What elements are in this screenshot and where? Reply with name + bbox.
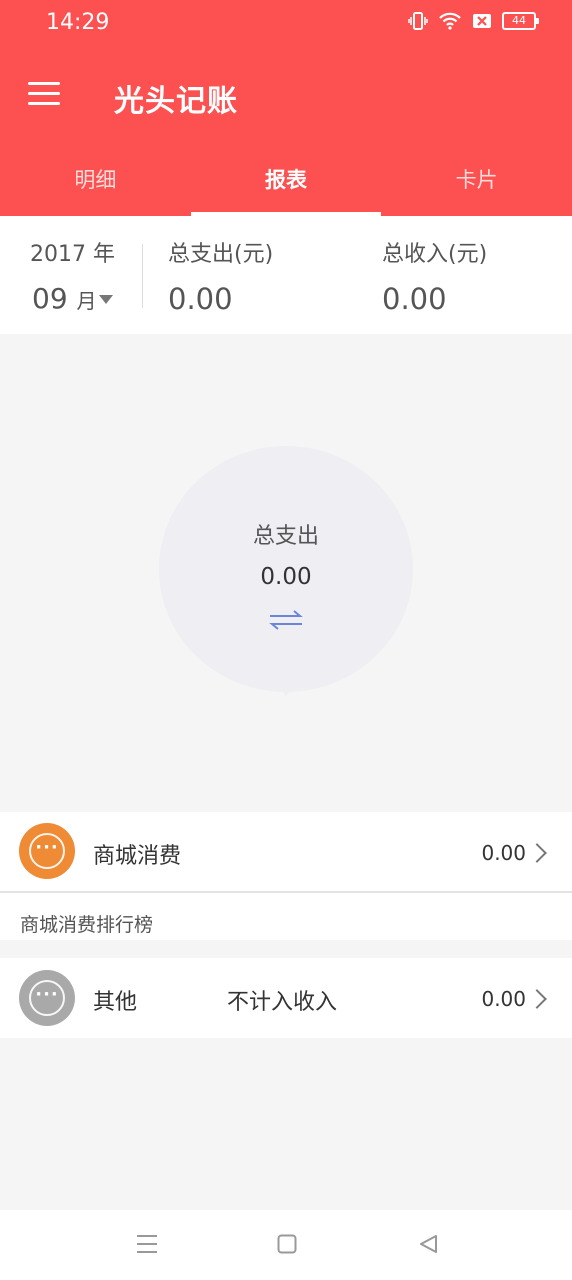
home-icon[interactable]: [277, 1234, 297, 1254]
month-value: 09: [32, 282, 68, 315]
total-income-label: 总收入(元): [382, 242, 488, 267]
more-icon: ···: [19, 823, 75, 879]
tab-cards[interactable]: 卡片: [381, 150, 572, 216]
donut-pointer: [280, 688, 292, 696]
menu-icon[interactable]: [28, 82, 60, 108]
category-name: 商城消费: [93, 844, 182, 869]
total-expense-value: 0.00: [168, 282, 233, 316]
app-title: 光头记账: [114, 84, 238, 119]
status-bar: 14:29 44: [0, 0, 572, 52]
category-row[interactable]: ··· 商城消费 0.00: [0, 812, 572, 891]
tab-details[interactable]: 明细: [0, 150, 191, 216]
expense-chart-area: 总支出 0.00: [0, 334, 572, 812]
battery-icon: 44: [502, 12, 539, 30]
month-unit: 月: [76, 289, 97, 313]
donut-center-label: 总支出: [252, 524, 319, 549]
total-expense-label: 总支出(元): [168, 242, 274, 267]
tab-report[interactable]: 报表: [190, 150, 382, 216]
ranking-item-note: 不计入收入: [227, 990, 338, 1015]
ranking-title: 商城消费排行榜: [20, 914, 154, 936]
ranking-item-name: 其他: [93, 990, 138, 1015]
recent-apps-icon[interactable]: [136, 1234, 158, 1254]
status-icons: 44: [408, 12, 539, 30]
chevron-right-icon: [527, 843, 547, 863]
more-icon: ···: [19, 970, 75, 1026]
status-time: 14:29: [46, 10, 110, 35]
tab-bar: 明细 报表 卡片: [0, 150, 572, 216]
summary-panel: 2017 年 09 月 总支出(元) 0.00 总收入(元) 0.00: [0, 216, 572, 334]
expense-donut-chart: 总支出 0.00: [159, 446, 413, 692]
chevron-right-icon: [527, 989, 547, 1009]
category-amount: 0.00: [481, 841, 526, 865]
ranking-item-amount: 0.00: [481, 987, 526, 1011]
summary-divider: [142, 244, 143, 308]
total-income-value: 0.00: [382, 282, 447, 316]
month-picker[interactable]: 09 月: [32, 282, 113, 315]
sim-disabled-icon: [473, 14, 491, 28]
back-icon[interactable]: [418, 1234, 438, 1254]
app-header: 14:29 44 光头记账 明细 报表 卡片: [0, 0, 572, 216]
dropdown-caret-icon: [98, 295, 113, 304]
year-label: 2017 年: [30, 242, 115, 267]
swap-icon[interactable]: [266, 608, 306, 632]
donut-center-value: 0.00: [260, 564, 312, 590]
ranking-item[interactable]: ··· 其他 不计入收入 0.00: [0, 958, 572, 1038]
wifi-icon: [439, 12, 461, 30]
vibrate-icon: [408, 12, 428, 30]
system-nav-bar: [0, 1210, 572, 1280]
